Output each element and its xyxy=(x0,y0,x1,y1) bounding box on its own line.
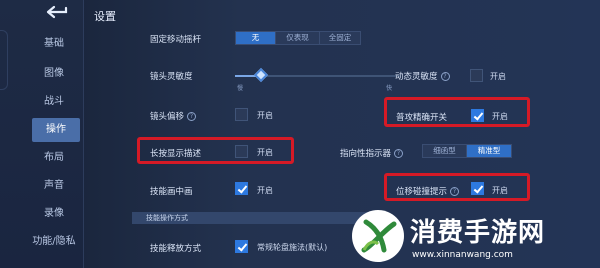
settings-screen: 基础 图像 战斗 操作 布局 声音 录像 功能/隐私 设置 固定移动摇杆 无 仅… xyxy=(0,0,600,268)
sidebar-item-controls[interactable]: 操作 xyxy=(32,118,80,142)
sidebar-item-sound[interactable]: 声音 xyxy=(26,174,82,198)
page-title: 设置 xyxy=(94,10,116,23)
skill-cancel-label: 技能画中画 xyxy=(150,187,193,197)
section-header: 技能操作方式 xyxy=(132,212,372,224)
lens-offset-label: 镜头偏移? xyxy=(150,110,197,122)
back-arrow-icon[interactable] xyxy=(44,5,70,19)
skill-release-checkbox[interactable] xyxy=(235,240,248,253)
sensitivity-slider-knob[interactable] xyxy=(254,67,269,83)
dynamic-sensitivity-checkbox[interactable] xyxy=(470,69,483,82)
dynamic-sensitivity-text: 动态灵敏度 xyxy=(395,72,438,82)
slider-max-label: 快 xyxy=(386,85,393,92)
sidebar-item-privacy[interactable]: 功能/隐私 xyxy=(26,230,82,254)
highlight-box xyxy=(384,173,530,201)
watermark-url: www.xinnanwang.com xyxy=(412,250,513,260)
direction-indicator-label: 指向性指示器? xyxy=(340,147,404,159)
skill-cancel-checkbox[interactable] xyxy=(235,182,248,195)
sidebar-item-replay[interactable]: 录像 xyxy=(26,202,82,226)
joystick-label: 固定移动摇杆 xyxy=(150,35,202,45)
joystick-option-fixed[interactable]: 全固定 xyxy=(320,32,360,44)
help-icon[interactable]: ? xyxy=(440,72,450,81)
sidebar-item-layout[interactable]: 布局 xyxy=(26,146,82,170)
lens-sensitivity-label: 镜头灵敏度 xyxy=(150,72,193,82)
sidebar-item-battle[interactable]: 战斗 xyxy=(26,90,82,114)
skill-release-label: 技能释放方式 xyxy=(150,244,202,254)
lens-offset-checkbox[interactable] xyxy=(235,108,248,121)
direction-indicator-segmented: 细函型 精准型 xyxy=(422,144,512,158)
highlight-box xyxy=(137,137,294,164)
sidebar-edge-decoration xyxy=(0,30,8,90)
joystick-option-visual[interactable]: 仅表现 xyxy=(276,32,320,44)
skill-release-option: 常规轮盘施法(默认) xyxy=(257,243,328,252)
sidebar: 基础 图像 战斗 操作 布局 声音 录像 功能/隐私 xyxy=(0,0,84,268)
lens-offset-text: 镜头偏移 xyxy=(150,112,185,122)
help-icon[interactable]: ? xyxy=(394,149,404,158)
slider-min-label: 慢 xyxy=(237,85,244,92)
joystick-option-none[interactable]: 无 xyxy=(236,32,276,44)
joystick-segmented: 无 仅表现 全固定 xyxy=(235,31,361,45)
skill-cancel-state: 开启 xyxy=(257,186,273,195)
watermark-logo xyxy=(352,210,404,262)
sidebar-item-basic[interactable]: 基础 xyxy=(26,32,82,56)
help-icon[interactable]: ? xyxy=(187,112,197,121)
indicator-option-precise[interactable]: 精准型 xyxy=(467,145,511,157)
direction-indicator-text: 指向性指示器 xyxy=(340,149,392,159)
indicator-option-thin[interactable]: 细函型 xyxy=(423,145,467,157)
lens-offset-state: 开启 xyxy=(257,111,273,120)
sidebar-item-image[interactable]: 图像 xyxy=(26,62,82,86)
dynamic-sensitivity-state: 开启 xyxy=(490,72,506,81)
watermark-brand: 消费手游网 xyxy=(410,218,546,248)
watermark: 消费手游网 www.xinnanwang.com xyxy=(350,206,600,268)
highlight-box xyxy=(384,97,530,127)
dynamic-sensitivity-label: 动态灵敏度? xyxy=(395,70,450,82)
